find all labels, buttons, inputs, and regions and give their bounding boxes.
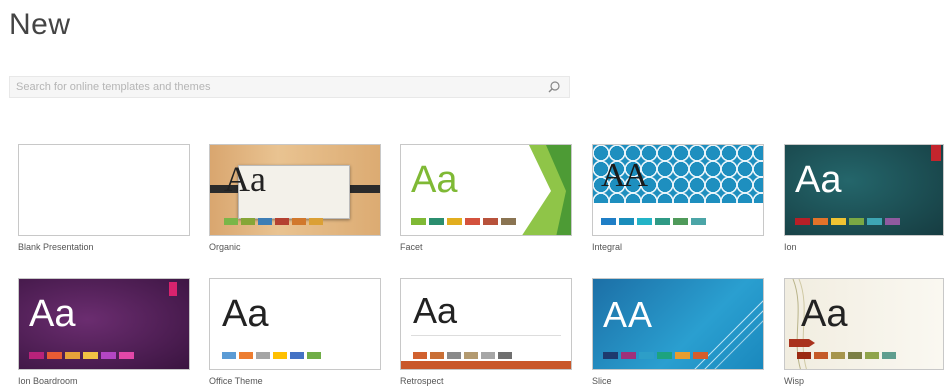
template-wisp[interactable]: Aa Wisp bbox=[784, 278, 944, 386]
template-office-theme[interactable]: Aa Office Theme bbox=[209, 278, 381, 386]
template-label: Blank Presentation bbox=[18, 242, 94, 252]
theme-sample-text: AA bbox=[601, 157, 648, 194]
color-swatches bbox=[29, 352, 134, 359]
theme-sample-text: AA bbox=[603, 294, 654, 335]
template-label: Organic bbox=[209, 242, 241, 252]
template-thumbnail[interactable]: Aa bbox=[400, 278, 572, 370]
template-thumbnail[interactable]: Aa bbox=[18, 278, 190, 370]
search-box[interactable] bbox=[9, 76, 570, 98]
page-title: New bbox=[9, 8, 71, 41]
template-thumbnail[interactable]: Aa bbox=[209, 278, 381, 370]
theme-sample-text: Aa bbox=[413, 290, 458, 331]
template-thumbnail[interactable]: Aa bbox=[784, 144, 944, 236]
search-input[interactable] bbox=[10, 77, 536, 97]
template-thumbnail[interactable]: AA bbox=[592, 144, 764, 236]
search-icon[interactable] bbox=[547, 80, 561, 94]
template-facet[interactable]: Aa Facet bbox=[400, 144, 572, 256]
template-thumbnail[interactable]: AA bbox=[592, 278, 764, 370]
color-swatches bbox=[413, 352, 512, 359]
template-retrospect[interactable]: Aa Retrospect bbox=[400, 278, 572, 386]
template-label: Ion bbox=[784, 242, 797, 252]
template-label: Facet bbox=[400, 242, 423, 252]
template-label: Integral bbox=[592, 242, 623, 252]
theme-sample-text: Aa bbox=[222, 293, 269, 335]
template-thumbnail[interactable]: Aa bbox=[784, 278, 944, 370]
template-blank-presentation[interactable]: Blank Presentation bbox=[18, 144, 190, 256]
theme-sample-text: Aa bbox=[411, 159, 458, 201]
theme-sample-text: Aa bbox=[224, 159, 266, 199]
color-swatches bbox=[797, 352, 896, 359]
template-thumbnail[interactable] bbox=[18, 144, 190, 236]
template-thumbnail[interactable]: Aa bbox=[400, 144, 572, 236]
color-swatches bbox=[795, 218, 900, 225]
template-ion-boardroom[interactable]: Aa Ion Boardroom bbox=[18, 278, 190, 386]
color-swatches bbox=[603, 352, 708, 359]
template-slice[interactable]: AA Slice bbox=[592, 278, 764, 386]
color-swatches bbox=[601, 218, 706, 225]
template-integral[interactable]: AA Integral bbox=[592, 144, 764, 256]
theme-sample-text: Aa bbox=[29, 293, 76, 335]
color-swatches bbox=[411, 218, 516, 225]
template-thumbnail[interactable]: Aa bbox=[209, 144, 381, 236]
color-swatches bbox=[222, 352, 321, 359]
theme-sample-text: Aa bbox=[795, 159, 842, 201]
color-swatches bbox=[224, 218, 323, 225]
template-organic[interactable]: Aa Organic bbox=[209, 144, 381, 256]
template-ion[interactable]: Aa Ion bbox=[784, 144, 944, 256]
theme-sample-text: Aa bbox=[801, 293, 848, 335]
